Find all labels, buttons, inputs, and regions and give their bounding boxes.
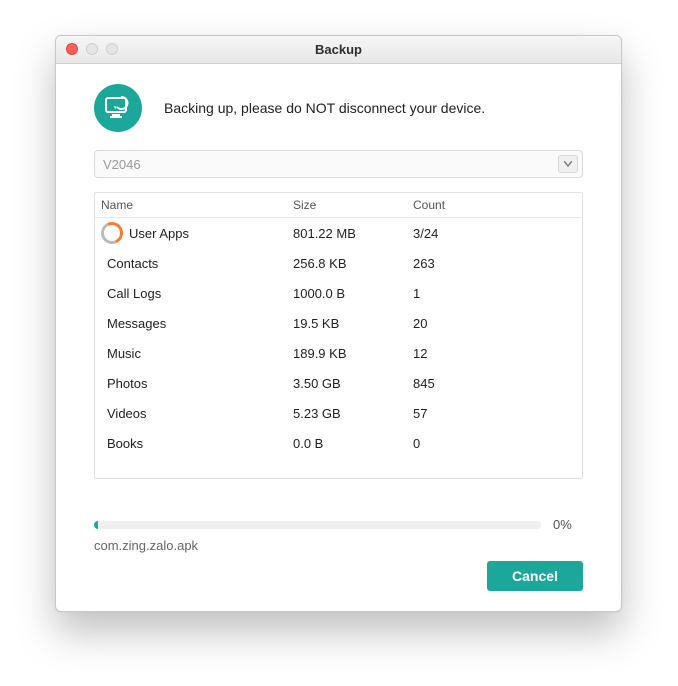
device-select[interactable]: V2046 (94, 150, 583, 178)
row-count: 20 (413, 316, 582, 331)
zoom-icon (106, 43, 118, 55)
progress-bar (94, 521, 541, 529)
table-row: User Apps 801.22 MB3/24 (95, 218, 582, 248)
status-message: Backing up, please do NOT disconnect you… (164, 100, 485, 116)
chevron-down-icon (558, 155, 578, 173)
row-count: 263 (413, 256, 582, 271)
row-count: 12 (413, 346, 582, 361)
minimize-icon (86, 43, 98, 55)
backup-table: Name Size Count User Apps 801.22 MB3/24 Co… (94, 192, 583, 479)
row-size: 3.50 GB (293, 376, 413, 391)
row-name: Videos (107, 406, 147, 421)
progress-percent: 0% (553, 517, 583, 532)
row-size: 5.23 GB (293, 406, 413, 421)
table-row: Books 0.0 B0 (95, 428, 582, 458)
backup-device-icon (94, 84, 142, 132)
row-name: User Apps (129, 226, 189, 241)
row-name: Messages (107, 316, 166, 331)
col-size: Size (293, 198, 413, 212)
close-icon[interactable] (66, 43, 78, 55)
row-count: 0 (413, 436, 582, 451)
loading-spinner-icon (98, 219, 126, 247)
row-size: 801.22 MB (293, 226, 413, 241)
device-select-value: V2046 (103, 157, 141, 172)
row-name: Music (107, 346, 141, 361)
table-row: Videos 5.23 GB57 (95, 398, 582, 428)
row-size: 256.8 KB (293, 256, 413, 271)
row-name: Books (107, 436, 143, 451)
col-name: Name (95, 198, 293, 212)
row-size: 19.5 KB (293, 316, 413, 331)
row-size: 189.9 KB (293, 346, 413, 361)
row-name: Contacts (107, 256, 158, 271)
table-row: Music 189.9 KB12 (95, 338, 582, 368)
row-count: 3/24 (413, 226, 582, 241)
table-row: Call Logs 1000.0 B1 (95, 278, 582, 308)
row-count: 57 (413, 406, 582, 421)
backup-window: Backup Backing up, please do NOT disconn… (55, 35, 622, 612)
table-row: Photos 3.50 GB845 (95, 368, 582, 398)
cancel-button[interactable]: Cancel (487, 561, 583, 591)
row-name: Call Logs (107, 286, 161, 301)
row-size: 0.0 B (293, 436, 413, 451)
window-title: Backup (315, 42, 362, 57)
titlebar: Backup (56, 36, 621, 64)
col-count: Count (413, 198, 582, 212)
table-row: Contacts 256.8 KB263 (95, 248, 582, 278)
current-file: com.zing.zalo.apk (94, 538, 583, 553)
row-count: 845 (413, 376, 582, 391)
table-row: Messages 19.5 KB20 (95, 308, 582, 338)
row-name: Photos (107, 376, 147, 391)
row-count: 1 (413, 286, 582, 301)
row-size: 1000.0 B (293, 286, 413, 301)
